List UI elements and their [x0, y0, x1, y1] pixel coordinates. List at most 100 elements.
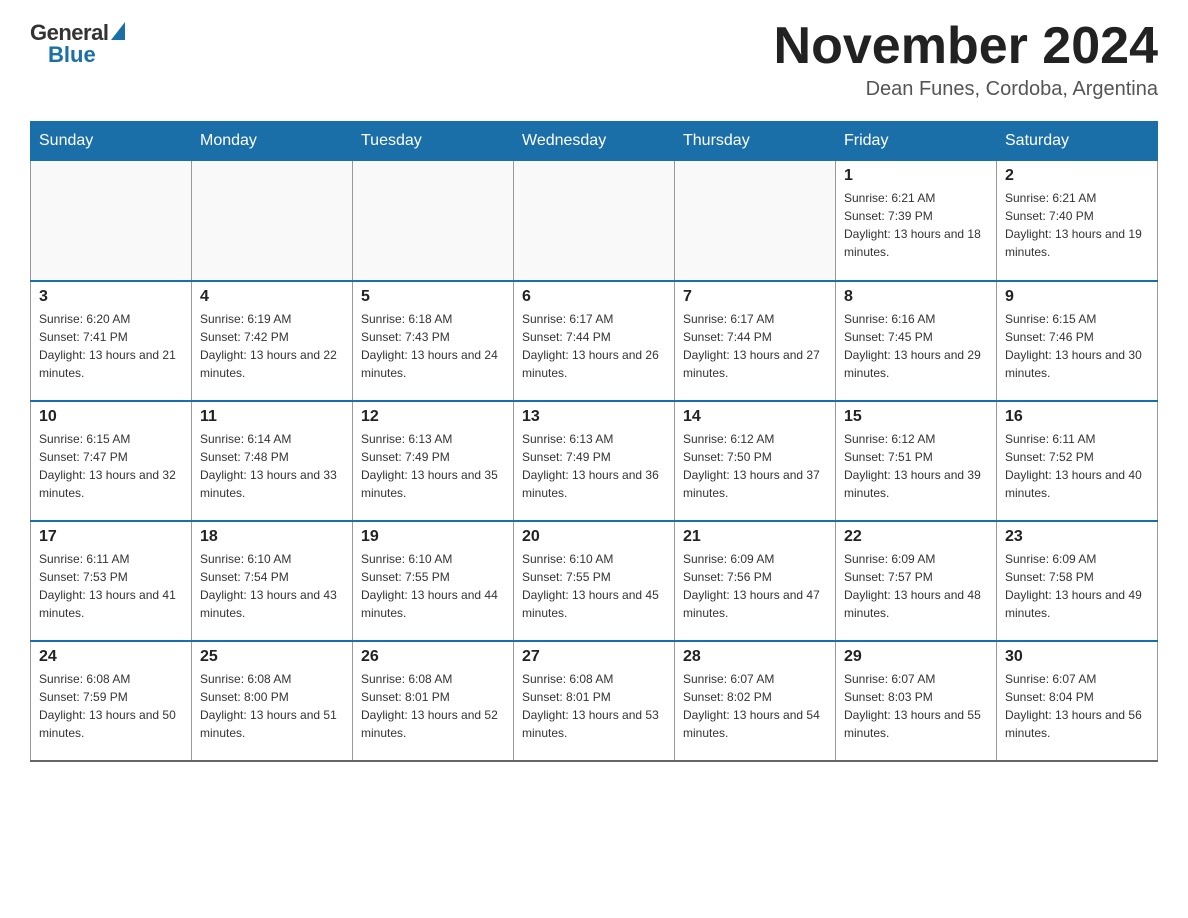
day-info: Sunrise: 6:20 AM Sunset: 7:41 PM Dayligh…	[39, 310, 183, 382]
calendar-cell: 11 Sunrise: 6:14 AM Sunset: 7:48 PM Dayli…	[192, 401, 353, 521]
logo: General Blue	[30, 20, 125, 68]
day-info: Sunrise: 6:19 AM Sunset: 7:42 PM Dayligh…	[200, 310, 344, 382]
calendar-cell: 1 Sunrise: 6:21 AM Sunset: 7:39 PM Daylig…	[836, 161, 997, 281]
day-info: Sunrise: 6:10 AM Sunset: 7:54 PM Dayligh…	[200, 550, 344, 622]
day-number: 28	[683, 648, 827, 666]
day-info: Sunrise: 6:07 AM Sunset: 8:04 PM Dayligh…	[1005, 670, 1149, 742]
day-number: 3	[39, 288, 183, 306]
calendar-cell: 16 Sunrise: 6:11 AM Sunset: 7:52 PM Dayli…	[997, 401, 1158, 521]
day-number: 22	[844, 528, 988, 546]
calendar-cell: 28 Sunrise: 6:07 AM Sunset: 8:02 PM Dayli…	[675, 641, 836, 761]
header-day-thursday: Thursday	[675, 122, 836, 161]
day-info: Sunrise: 6:15 AM Sunset: 7:47 PM Dayligh…	[39, 430, 183, 502]
calendar-cell: 5 Sunrise: 6:18 AM Sunset: 7:43 PM Daylig…	[353, 281, 514, 401]
calendar-cell: 21 Sunrise: 6:09 AM Sunset: 7:56 PM Dayli…	[675, 521, 836, 641]
calendar-header: SundayMondayTuesdayWednesdayThursdayFrid…	[31, 122, 1158, 161]
day-number: 17	[39, 528, 183, 546]
day-number: 2	[1005, 167, 1149, 185]
day-info: Sunrise: 6:12 AM Sunset: 7:51 PM Dayligh…	[844, 430, 988, 502]
calendar-cell: 10Sunrise: 6:15 AM Sunset: 7:47 PM Dayli…	[31, 401, 192, 521]
day-info: Sunrise: 6:08 AM Sunset: 8:01 PM Dayligh…	[361, 670, 505, 742]
calendar-cell: 27Sunrise: 6:08 AM Sunset: 8:01 PM Dayli…	[514, 641, 675, 761]
calendar-cell	[31, 161, 192, 281]
day-info: Sunrise: 6:17 AM Sunset: 7:44 PM Dayligh…	[683, 310, 827, 382]
day-info: Sunrise: 6:08 AM Sunset: 8:00 PM Dayligh…	[200, 670, 344, 742]
day-info: Sunrise: 6:11 AM Sunset: 7:53 PM Dayligh…	[39, 550, 183, 622]
calendar-cell: 17 Sunrise: 6:11 AM Sunset: 7:53 PM Dayli…	[31, 521, 192, 641]
calendar-cell: 22 Sunrise: 6:09 AM Sunset: 7:57 PM Dayli…	[836, 521, 997, 641]
calendar-cell: 13Sunrise: 6:13 AM Sunset: 7:49 PM Dayli…	[514, 401, 675, 521]
day-number: 21	[683, 528, 827, 546]
calendar-cell: 4 Sunrise: 6:19 AM Sunset: 7:42 PM Daylig…	[192, 281, 353, 401]
day-number: 8	[844, 288, 988, 306]
calendar-cell: 15 Sunrise: 6:12 AM Sunset: 7:51 PM Dayli…	[836, 401, 997, 521]
title-area: November 2024 Dean Funes, Cordoba, Argen…	[774, 20, 1158, 101]
header-day-saturday: Saturday	[997, 122, 1158, 161]
calendar-cell: 3 Sunrise: 6:20 AM Sunset: 7:41 PM Daylig…	[31, 281, 192, 401]
header-row: SundayMondayTuesdayWednesdayThursdayFrid…	[31, 122, 1158, 161]
calendar-cell: 8 Sunrise: 6:16 AM Sunset: 7:45 PM Daylig…	[836, 281, 997, 401]
day-info: Sunrise: 6:10 AM Sunset: 7:55 PM Dayligh…	[361, 550, 505, 622]
day-number: 25	[200, 648, 344, 666]
calendar-cell	[192, 161, 353, 281]
day-number: 14	[683, 408, 827, 426]
calendar-cell: 30 Sunrise: 6:07 AM Sunset: 8:04 PM Dayli…	[997, 641, 1158, 761]
week-row-4: 17 Sunrise: 6:11 AM Sunset: 7:53 PM Dayli…	[31, 521, 1158, 641]
day-number: 27	[522, 648, 666, 666]
day-number: 23	[1005, 528, 1149, 546]
calendar-cell: 9Sunrise: 6:15 AM Sunset: 7:46 PM Daylig…	[997, 281, 1158, 401]
header-day-wednesday: Wednesday	[514, 122, 675, 161]
day-number: 7	[683, 288, 827, 306]
day-number: 12	[361, 408, 505, 426]
header-day-monday: Monday	[192, 122, 353, 161]
day-info: Sunrise: 6:07 AM Sunset: 8:02 PM Dayligh…	[683, 670, 827, 742]
logo-triangle-icon	[111, 22, 125, 40]
day-info: Sunrise: 6:17 AM Sunset: 7:44 PM Dayligh…	[522, 310, 666, 382]
day-number: 29	[844, 648, 988, 666]
day-info: Sunrise: 6:07 AM Sunset: 8:03 PM Dayligh…	[844, 670, 988, 742]
day-number: 5	[361, 288, 505, 306]
logo-blue-text: Blue	[48, 42, 96, 68]
month-title: November 2024	[774, 20, 1158, 72]
calendar-cell: 24Sunrise: 6:08 AM Sunset: 7:59 PM Dayli…	[31, 641, 192, 761]
day-info: Sunrise: 6:11 AM Sunset: 7:52 PM Dayligh…	[1005, 430, 1149, 502]
day-number: 6	[522, 288, 666, 306]
calendar-cell: 26 Sunrise: 6:08 AM Sunset: 8:01 PM Dayli…	[353, 641, 514, 761]
day-info: Sunrise: 6:10 AM Sunset: 7:55 PM Dayligh…	[522, 550, 666, 622]
calendar-cell: 12 Sunrise: 6:13 AM Sunset: 7:49 PM Dayli…	[353, 401, 514, 521]
day-number: 19	[361, 528, 505, 546]
day-info: Sunrise: 6:18 AM Sunset: 7:43 PM Dayligh…	[361, 310, 505, 382]
header-day-tuesday: Tuesday	[353, 122, 514, 161]
calendar-table: SundayMondayTuesdayWednesdayThursdayFrid…	[30, 121, 1158, 762]
day-info: Sunrise: 6:15 AM Sunset: 7:46 PM Dayligh…	[1005, 310, 1149, 382]
day-number: 26	[361, 648, 505, 666]
day-info: Sunrise: 6:13 AM Sunset: 7:49 PM Dayligh…	[522, 430, 666, 502]
calendar-cell: 20 Sunrise: 6:10 AM Sunset: 7:55 PM Dayli…	[514, 521, 675, 641]
calendar-cell: 7 Sunrise: 6:17 AM Sunset: 7:44 PM Daylig…	[675, 281, 836, 401]
calendar-cell: 6 Sunrise: 6:17 AM Sunset: 7:44 PM Daylig…	[514, 281, 675, 401]
calendar-cell: 14 Sunrise: 6:12 AM Sunset: 7:50 PM Dayli…	[675, 401, 836, 521]
calendar-cell: 29 Sunrise: 6:07 AM Sunset: 8:03 PM Dayli…	[836, 641, 997, 761]
day-info: Sunrise: 6:09 AM Sunset: 7:57 PM Dayligh…	[844, 550, 988, 622]
day-number: 4	[200, 288, 344, 306]
day-info: Sunrise: 6:14 AM Sunset: 7:48 PM Dayligh…	[200, 430, 344, 502]
day-number: 16	[1005, 408, 1149, 426]
day-number: 11	[200, 408, 344, 426]
calendar-cell	[514, 161, 675, 281]
day-number: 1	[844, 167, 988, 185]
day-number: 18	[200, 528, 344, 546]
day-number: 20	[522, 528, 666, 546]
day-info: Sunrise: 6:12 AM Sunset: 7:50 PM Dayligh…	[683, 430, 827, 502]
day-info: Sunrise: 6:16 AM Sunset: 7:45 PM Dayligh…	[844, 310, 988, 382]
calendar-cell: 18 Sunrise: 6:10 AM Sunset: 7:54 PM Dayli…	[192, 521, 353, 641]
calendar-cell	[675, 161, 836, 281]
day-info: Sunrise: 6:09 AM Sunset: 7:58 PM Dayligh…	[1005, 550, 1149, 622]
day-info: Sunrise: 6:13 AM Sunset: 7:49 PM Dayligh…	[361, 430, 505, 502]
day-number: 15	[844, 408, 988, 426]
calendar-cell: 19 Sunrise: 6:10 AM Sunset: 7:55 PM Dayli…	[353, 521, 514, 641]
day-number: 30	[1005, 648, 1149, 666]
day-info: Sunrise: 6:21 AM Sunset: 7:39 PM Dayligh…	[844, 189, 988, 261]
location-text: Dean Funes, Cordoba, Argentina	[774, 78, 1158, 101]
day-info: Sunrise: 6:09 AM Sunset: 7:56 PM Dayligh…	[683, 550, 827, 622]
calendar-cell: 2Sunrise: 6:21 AM Sunset: 7:40 PM Daylig…	[997, 161, 1158, 281]
